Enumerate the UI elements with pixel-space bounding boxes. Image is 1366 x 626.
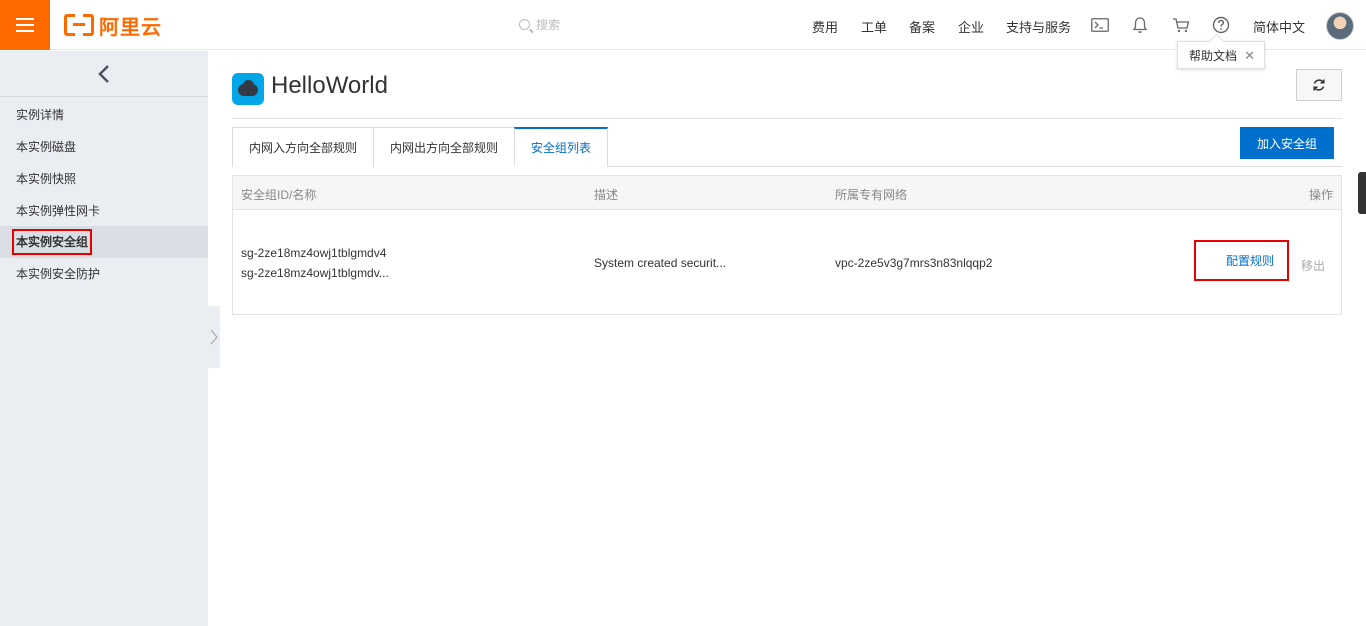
column-header-operations: 操作 — [1309, 188, 1334, 202]
avatar[interactable] — [1326, 12, 1354, 40]
tab-bar: 内网入方向全部规则 内网出方向全部规则 安全组列表 — [232, 127, 609, 167]
cart-icon[interactable] — [1171, 15, 1191, 35]
nav-item-tickets[interactable]: 工单 — [861, 17, 887, 36]
terminal-icon[interactable] — [1090, 15, 1110, 35]
security-group-description: System created securit... — [594, 256, 727, 270]
aliyun-logo-icon — [64, 12, 94, 38]
active-tab-cover — [514, 166, 606, 167]
sidebar-item-snapshots[interactable]: 本实例快照 — [0, 163, 208, 195]
tooltip-text: 帮助文档 — [1189, 48, 1238, 63]
close-icon[interactable]: ✕ — [1244, 48, 1255, 64]
refresh-icon — [1313, 79, 1325, 91]
tab-inbound-rules[interactable]: 内网入方向全部规则 — [232, 127, 375, 167]
nav-item-billing[interactable]: 费用 — [812, 17, 838, 36]
ecs-instance-icon — [232, 73, 264, 105]
tab-outbound-rules[interactable]: 内网出方向全部规则 — [373, 127, 516, 167]
language-switch[interactable]: 简体中文 — [1253, 17, 1305, 36]
column-header-id-name: 安全组ID/名称 — [241, 188, 317, 202]
sidebar-item-security-groups[interactable]: 本实例安全组 — [0, 226, 208, 258]
add-security-group-button[interactable]: 加入安全组 — [1240, 127, 1334, 159]
tab-security-group-list[interactable]: 安全组列表 — [514, 127, 609, 167]
configure-rules-link[interactable]: 配置规则 — [1194, 240, 1289, 281]
sidebar-item-instance-details[interactable]: 实例详情 — [0, 99, 208, 131]
vpc-id[interactable]: vpc-2ze5v3g7mrs3n83nlqqp2 — [835, 256, 992, 270]
scroll-handle[interactable] — [1358, 172, 1366, 214]
security-group-id[interactable]: sg-2ze18mz4owj1tblgmdv4 — [241, 246, 386, 260]
table-header: 安全组ID/名称 描述 所属专有网络 操作 — [233, 176, 1341, 210]
nav-item-icp[interactable]: 备案 — [909, 17, 935, 36]
chevron-left-icon — [98, 64, 109, 83]
sidebar-item-eni[interactable]: 本实例弹性网卡 — [0, 195, 208, 227]
help-docs-tooltip[interactable]: 帮助文档 ✕ — [1177, 41, 1265, 69]
security-group-name: sg-2ze18mz4owj1tblgmdv... — [241, 266, 389, 280]
search-box[interactable]: 搜索 — [519, 16, 560, 33]
top-bar: 阿里云 搜索 费用 工单 备案 企业 支持与服务 简体中文 — [0, 0, 1366, 50]
sidebar: 实例详情 本实例磁盘 本实例快照 本实例弹性网卡 本实例安全组 本实例安全防护 — [0, 51, 208, 626]
search-placeholder: 搜索 — [536, 18, 561, 32]
remove-link[interactable]: 移出 — [1301, 257, 1325, 274]
logo[interactable]: 阿里云 — [64, 12, 162, 39]
chevron-right-icon — [210, 329, 218, 345]
column-header-description: 描述 — [594, 188, 619, 202]
page-title: HelloWorld — [271, 72, 388, 99]
help-icon[interactable] — [1211, 15, 1231, 35]
divider — [232, 118, 1342, 119]
sidebar-item-security-protection[interactable]: 本实例安全防护 — [0, 258, 208, 290]
menu-icon[interactable] — [0, 0, 50, 50]
column-header-vpc: 所属专有网络 — [835, 188, 908, 202]
refresh-button[interactable] — [1296, 69, 1342, 101]
sidebar-collapse-handle[interactable] — [208, 306, 220, 368]
back-button[interactable] — [0, 51, 208, 97]
security-group-table: 安全组ID/名称 描述 所属专有网络 操作 sg-2ze18mz4owj1tbl… — [232, 175, 1342, 315]
sidebar-item-disks[interactable]: 本实例磁盘 — [0, 131, 208, 163]
bell-icon[interactable] — [1130, 15, 1150, 35]
search-icon — [519, 19, 530, 30]
sidebar-item-label: 本实例安全组 — [12, 229, 93, 255]
nav-item-enterprise[interactable]: 企业 — [958, 17, 984, 36]
nav-item-support[interactable]: 支持与服务 — [1006, 17, 1071, 36]
brand-name: 阿里云 — [99, 16, 162, 39]
